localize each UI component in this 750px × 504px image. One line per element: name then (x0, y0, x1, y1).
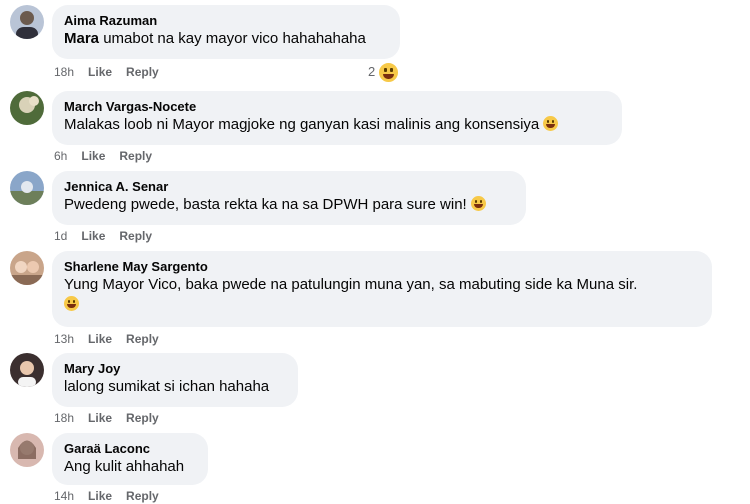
like-button[interactable]: Like (88, 489, 112, 503)
like-button[interactable]: Like (81, 149, 105, 163)
reply-button[interactable]: Reply (119, 149, 152, 163)
mention-link[interactable]: Mara (64, 30, 99, 47)
comment-actions: 18h Like Reply (54, 64, 173, 80)
avatar-photo-icon (10, 261, 44, 285)
avatar[interactable] (10, 353, 44, 387)
comment-actions: 6h Like Reply (54, 148, 166, 164)
avatar-photo-icon (10, 181, 44, 205)
like-button[interactable]: Like (88, 332, 112, 346)
comment-actions: 14h Like Reply (54, 488, 173, 504)
timestamp[interactable]: 6h (54, 149, 67, 163)
avatar[interactable] (10, 5, 44, 39)
comment-bubble: Garaä Laconc Ang kulit ahhahah (52, 433, 208, 485)
avatar[interactable] (10, 251, 44, 285)
reply-button[interactable]: Reply (126, 332, 159, 346)
commenter-name[interactable]: Garaä Laconc (64, 440, 196, 457)
timestamp[interactable]: 18h (54, 411, 74, 425)
like-button[interactable]: Like (88, 65, 112, 79)
comment-text: lalong sumikat si ichan hahaha (64, 378, 270, 395)
commenter-name[interactable]: March Vargas-Nocete (64, 98, 610, 115)
comment-bubble: Mary Joy lalong sumikat si ichan hahaha (52, 353, 298, 407)
timestamp[interactable]: 18h (54, 65, 74, 79)
like-button[interactable]: Like (81, 229, 105, 243)
commenter-name[interactable]: Jennica A. Senar (64, 178, 514, 195)
avatar[interactable] (10, 171, 44, 205)
timestamp[interactable]: 14h (54, 489, 74, 503)
avatar-photo-icon (18, 361, 36, 387)
commenter-name[interactable]: Sharlene May Sargento (64, 258, 700, 275)
comment-text: Malakas loob ni Mayor magjoke ng ganyan … (64, 115, 610, 135)
reply-button[interactable]: Reply (126, 489, 159, 503)
timestamp[interactable]: 1d (54, 229, 67, 243)
comment-bubble: March Vargas-Nocete Malakas loob ni Mayo… (52, 91, 622, 145)
reply-button[interactable]: Reply (126, 411, 159, 425)
comment-text: Pwedeng pwede, basta rekta ka na sa DPWH… (64, 195, 514, 215)
haha-reaction-icon[interactable] (378, 62, 399, 83)
reply-button[interactable]: Reply (126, 65, 159, 79)
comment-text: Mara umabot na kay mayor vico hahahahaha (64, 30, 366, 47)
laughing-emoji-icon (470, 196, 486, 211)
like-button[interactable]: Like (88, 411, 112, 425)
comment-actions: 13h Like Reply (54, 331, 173, 347)
commenter-name[interactable]: Mary Joy (64, 360, 286, 377)
smiling-emoji-icon (64, 296, 79, 311)
wink-emoji-icon (543, 116, 559, 131)
comment-text: Yung Mayor Vico, baka pwede na patulungi… (64, 275, 700, 315)
reaction-count[interactable]: 2 (368, 63, 375, 81)
avatar-photo-icon (16, 11, 38, 39)
commenter-name[interactable]: Aima Razuman (64, 12, 388, 29)
avatar-photo-icon (19, 96, 39, 113)
comment-text: Ang kulit ahhahah (64, 458, 185, 475)
comment-actions: 1d Like Reply (54, 228, 166, 244)
reply-button[interactable]: Reply (119, 229, 152, 243)
avatar[interactable] (10, 91, 44, 125)
comment-actions: 18h Like Reply (54, 410, 173, 426)
avatar-photo-icon (18, 440, 36, 459)
comment-bubble: Sharlene May Sargento Yung Mayor Vico, b… (52, 251, 712, 327)
comment-bubble: Aima Razuman Mara umabot na kay mayor vi… (52, 5, 400, 59)
timestamp[interactable]: 13h (54, 332, 74, 346)
comment-bubble: Jennica A. Senar Pwedeng pwede, basta re… (52, 171, 526, 225)
avatar[interactable] (10, 433, 44, 467)
